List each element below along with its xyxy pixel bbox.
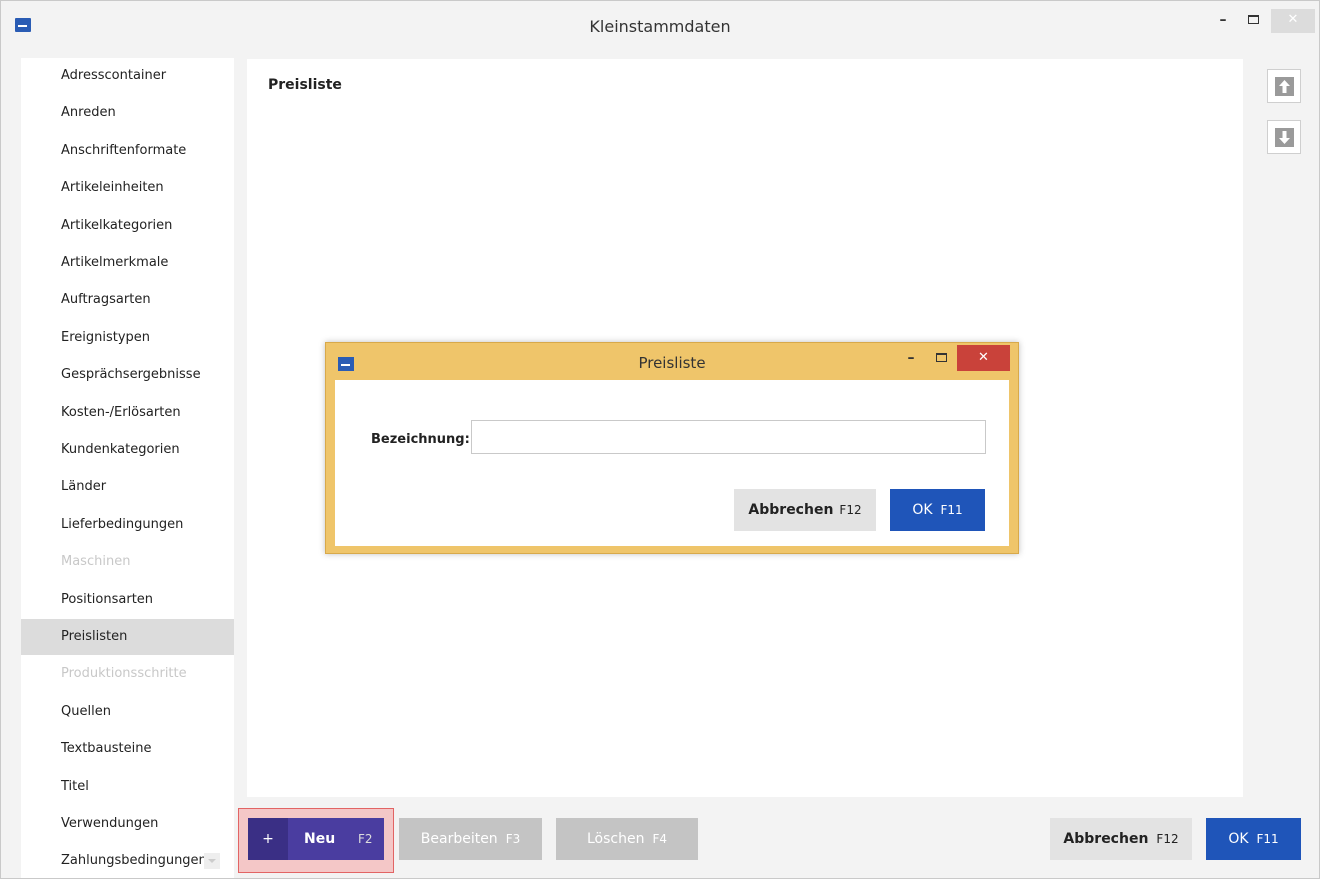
arrow-up-icon — [1275, 77, 1294, 96]
bearbeiten-button-key: F3 — [505, 832, 521, 846]
sidebar-item[interactable]: Artikelkategorien — [21, 208, 234, 244]
bezeichnung-input[interactable] — [471, 420, 986, 454]
sidebar-item: Produktionsschritte — [61, 666, 187, 682]
sidebar-item[interactable]: Zahlungsbedingungen — [21, 843, 234, 879]
sidebar-item[interactable]: Positionsarten — [21, 582, 234, 618]
ok-button-key: F11 — [1256, 832, 1279, 846]
sidebar-item[interactable]: Anreden — [21, 95, 234, 131]
sidebar-item[interactable]: Länder — [21, 469, 234, 505]
abbrechen-button-key: F12 — [1156, 832, 1179, 846]
main-window: Kleinstammdaten – ✕ Adresscontainer Anred… — [0, 0, 1320, 879]
sidebar-item[interactable]: Artikelmerkmale — [21, 245, 234, 281]
sidebar-item[interactable]: Anschriftenformate — [21, 133, 234, 169]
abbrechen-button-label: Abbrechen — [1063, 831, 1149, 847]
arrow-down-icon — [1275, 128, 1294, 147]
sidebar-item[interactable]: Auftragsarten — [21, 282, 234, 318]
sidebar-item[interactable]: Preislisten — [21, 619, 234, 655]
close-button[interactable]: ✕ — [1271, 9, 1315, 33]
sidebar-list: Adresscontainer Anreden Anschriftenformate… — [21, 58, 234, 878]
move-down-button[interactable] — [1267, 120, 1301, 154]
dialog-abbrechen-button[interactable]: Abbrechen F12 — [734, 489, 876, 531]
dialog-ok-button[interactable]: OK F11 — [890, 489, 985, 531]
neu-button-label: Neu — [304, 831, 336, 847]
dialog-body: Bezeichnung: Abbrechen F12 OK F11 — [335, 380, 1009, 546]
sidebar-item[interactable]: Verwendungen — [21, 806, 234, 842]
loeschen-button-key: F4 — [652, 832, 668, 846]
dialog-ok-key: F11 — [940, 503, 963, 517]
sidebar-item[interactable]: Kosten-/Erlösarten — [21, 395, 234, 431]
sidebar-item[interactable]: Gesprächsergebnisse — [21, 357, 234, 393]
loeschen-button-label: Löschen — [586, 831, 645, 847]
dialog-maximize-icon — [935, 353, 947, 362]
plus-icon: + — [248, 818, 288, 860]
bearbeiten-button-label: Bearbeiten — [420, 831, 498, 847]
loeschen-button[interactable]: Löschen F4 — [556, 818, 698, 860]
sidebar-item[interactable]: Artikeleinheiten — [21, 170, 234, 206]
sidebar-item: Maschinen — [61, 554, 131, 570]
preisliste-dialog: Preisliste – ✕ Bezeichnung: Abbrechen F12… — [325, 342, 1019, 554]
sidebar-item[interactable]: Titel — [21, 769, 234, 805]
dialog-maximize-button[interactable] — [930, 345, 952, 371]
ok-button-label: OK — [1228, 831, 1249, 847]
move-up-button[interactable] — [1267, 69, 1301, 103]
minimize-button[interactable]: – — [1212, 9, 1234, 33]
window-title: Kleinstammdaten — [589, 17, 731, 36]
ok-button[interactable]: OK F11 — [1206, 818, 1301, 860]
neu-button[interactable]: + Neu F2 — [248, 818, 384, 860]
title-bar: Kleinstammdaten – ✕ — [1, 1, 1319, 51]
dialog-ok-label: OK — [912, 502, 933, 518]
maximize-icon — [1247, 15, 1259, 24]
sidebar-item[interactable]: Kundenkategorien — [21, 432, 234, 468]
content-title: Preisliste — [268, 77, 342, 93]
dialog-minimize-button[interactable]: – — [900, 345, 922, 371]
sidebar-item[interactable]: Adresscontainer — [21, 58, 234, 94]
dialog-abbrechen-key: F12 — [839, 503, 862, 517]
maximize-button[interactable] — [1242, 9, 1264, 33]
dialog-abbrechen-label: Abbrechen — [748, 502, 834, 518]
sidebar-item[interactable]: Ereignistypen — [21, 320, 234, 356]
sidebar-item[interactable]: Lieferbedingungen — [21, 507, 234, 543]
neu-button-key: F2 — [358, 832, 373, 846]
sidebar-item[interactable]: Textbausteine — [21, 731, 234, 767]
scroll-down-icon[interactable] — [204, 853, 220, 870]
bezeichnung-label: Bezeichnung: — [371, 432, 470, 447]
bearbeiten-button[interactable]: Bearbeiten F3 — [399, 818, 542, 860]
abbrechen-button[interactable]: Abbrechen F12 — [1050, 818, 1192, 860]
dialog-close-button[interactable]: ✕ — [957, 345, 1010, 371]
sidebar-item[interactable]: Quellen — [21, 694, 234, 730]
